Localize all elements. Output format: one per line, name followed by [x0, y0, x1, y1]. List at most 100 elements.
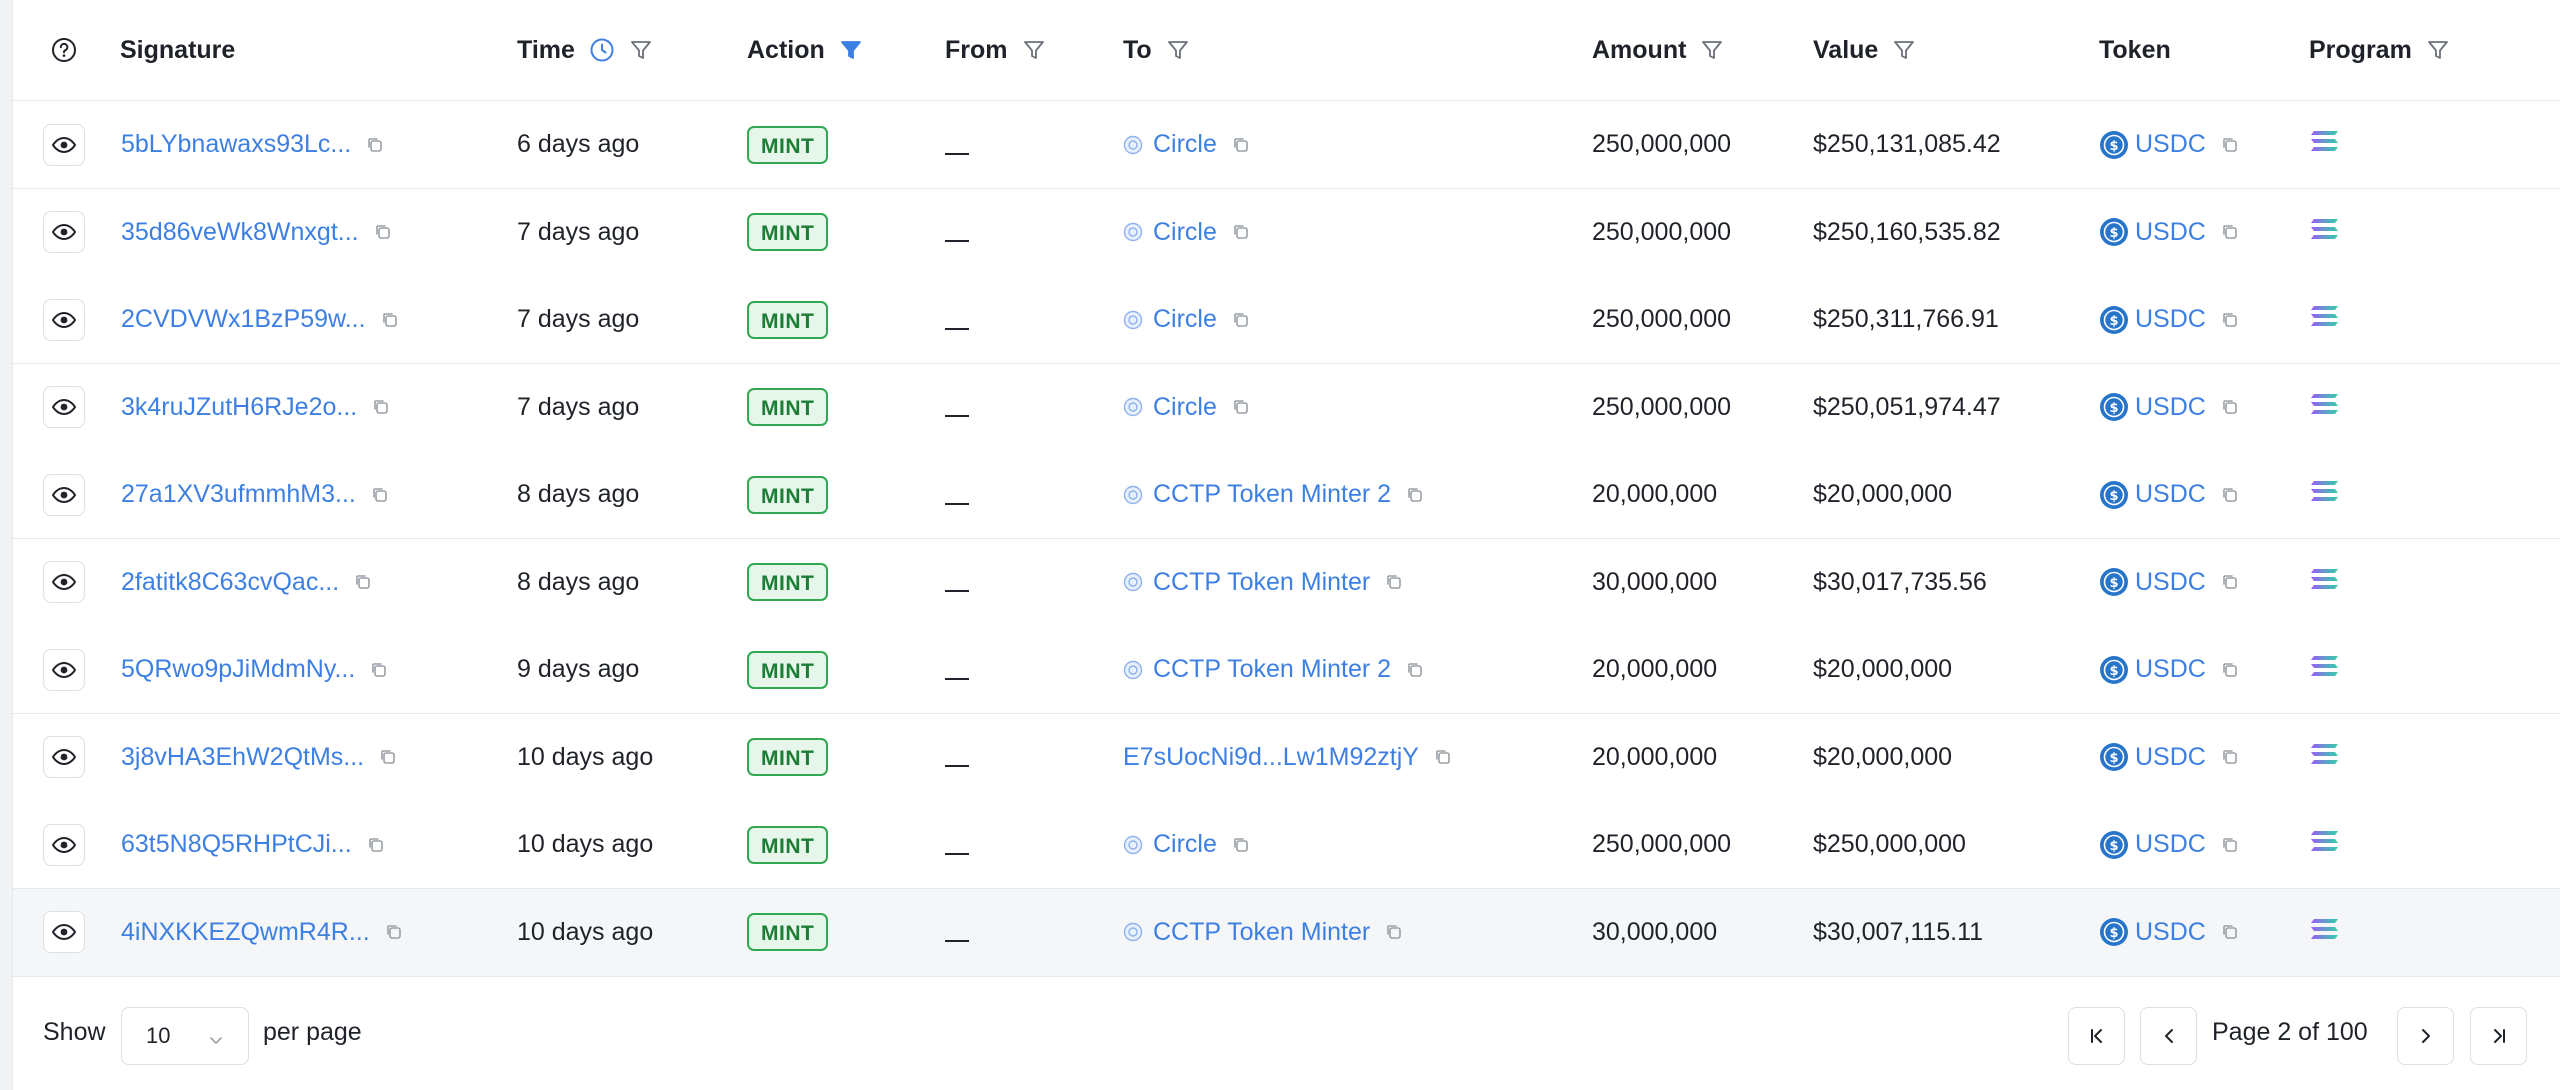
copy-icon[interactable] — [2220, 222, 2240, 242]
signature-link[interactable]: 63t5N8Q5RHPtCJi... — [121, 830, 352, 859]
solana-program-icon[interactable] — [2309, 478, 2341, 511]
copy-icon[interactable] — [1433, 747, 1453, 767]
token-link[interactable]: USDC — [2135, 218, 2206, 247]
copy-icon[interactable] — [2220, 397, 2240, 417]
token-link[interactable]: USDC — [2135, 830, 2206, 859]
to-link[interactable]: Circle — [1153, 218, 1217, 247]
copy-icon[interactable] — [1231, 835, 1251, 855]
copy-icon[interactable] — [2220, 310, 2240, 330]
copy-icon[interactable] — [2220, 135, 2240, 155]
copy-icon[interactable] — [2220, 660, 2240, 680]
filter-active-icon[interactable] — [839, 38, 863, 62]
filter-icon[interactable] — [1892, 38, 1916, 62]
to-link[interactable]: CCTP Token Minter 2 — [1153, 480, 1391, 509]
to-link[interactable]: Circle — [1153, 130, 1217, 159]
solana-program-icon[interactable] — [2309, 916, 2341, 949]
copy-icon[interactable] — [373, 222, 393, 242]
filter-icon[interactable] — [1022, 38, 1046, 62]
copy-icon[interactable] — [2220, 835, 2240, 855]
table-row[interactable]: 4iNXKKEZQwmR4R... 10 days ago MINT __ CC… — [13, 888, 2560, 977]
copy-icon[interactable] — [378, 747, 398, 767]
signature-link[interactable]: 27a1XV3ufmmhM3... — [121, 480, 356, 509]
token-link[interactable]: USDC — [2135, 305, 2206, 334]
table-row[interactable]: 2CVDVWx1BzP59w... 7 days ago MINT __ Cir… — [13, 276, 2560, 364]
eye-icon[interactable] — [43, 561, 85, 603]
solana-program-icon[interactable] — [2309, 216, 2341, 249]
copy-icon[interactable] — [380, 310, 400, 330]
to-link[interactable]: Circle — [1153, 393, 1217, 422]
eye-icon[interactable] — [43, 473, 85, 516]
copy-icon[interactable] — [1231, 222, 1251, 242]
to-link[interactable]: CCTP Token Minter — [1153, 918, 1370, 947]
table-row[interactable]: 5QRwo9pJiMdmNy... 9 days ago MINT __ CCT… — [13, 626, 2560, 714]
signature-link[interactable]: 5QRwo9pJiMdmNy... — [121, 655, 355, 684]
solana-program-icon[interactable] — [2309, 128, 2341, 161]
help-icon[interactable] — [51, 0, 77, 100]
copy-icon[interactable] — [1231, 397, 1251, 417]
copy-icon[interactable] — [2220, 922, 2240, 942]
eye-icon[interactable] — [43, 211, 85, 253]
copy-icon[interactable] — [365, 135, 385, 155]
clock-icon[interactable] — [589, 37, 615, 63]
first-page-button[interactable] — [2068, 1007, 2125, 1065]
token-link[interactable]: USDC — [2135, 918, 2206, 947]
copy-icon[interactable] — [1384, 572, 1404, 592]
copy-icon[interactable] — [353, 572, 373, 592]
copy-icon[interactable] — [1231, 135, 1251, 155]
next-page-button[interactable] — [2397, 1007, 2454, 1065]
token-link[interactable]: USDC — [2135, 393, 2206, 422]
eye-icon[interactable] — [43, 123, 85, 166]
previous-page-button[interactable] — [2140, 1007, 2197, 1065]
filter-icon[interactable] — [1700, 38, 1724, 62]
to-link[interactable]: CCTP Token Minter — [1153, 568, 1370, 597]
signature-link[interactable]: 3j8vHA3EhW2QtMs... — [121, 743, 364, 772]
solana-program-icon[interactable] — [2309, 741, 2341, 774]
copy-icon[interactable] — [366, 835, 386, 855]
token-link[interactable]: USDC — [2135, 130, 2206, 159]
copy-icon[interactable] — [1405, 485, 1425, 505]
table-row[interactable]: 35d86veWk8Wnxgt... 7 days ago MINT __ Ci… — [13, 188, 2560, 277]
copy-icon[interactable] — [1384, 922, 1404, 942]
filter-icon[interactable] — [1166, 38, 1190, 62]
copy-icon[interactable] — [1405, 660, 1425, 680]
signature-link[interactable]: 2fatitk8C63cvQac... — [121, 568, 339, 597]
eye-icon[interactable] — [43, 911, 85, 953]
eye-icon[interactable] — [43, 736, 85, 778]
solana-program-icon[interactable] — [2309, 653, 2341, 686]
token-link[interactable]: USDC — [2135, 568, 2206, 597]
eye-icon[interactable] — [43, 298, 85, 341]
signature-link[interactable]: 3k4ruJZutH6RJe2o... — [121, 393, 357, 422]
token-link[interactable]: USDC — [2135, 743, 2206, 772]
table-row[interactable]: 3k4ruJZutH6RJe2o... 7 days ago MINT __ C… — [13, 363, 2560, 452]
eye-icon[interactable] — [43, 823, 85, 866]
solana-program-icon[interactable] — [2309, 303, 2341, 336]
to-address-link[interactable]: E7sUocNi9d...Lw1M92ztjY — [1123, 743, 1419, 772]
token-link[interactable]: USDC — [2135, 480, 2206, 509]
copy-icon[interactable] — [2220, 747, 2240, 767]
table-row[interactable]: 5bLYbnawaxs93Lc... 6 days ago MINT __ Ci… — [13, 101, 2560, 189]
copy-icon[interactable] — [384, 922, 404, 942]
signature-link[interactable]: 4iNXKKEZQwmR4R... — [121, 918, 370, 947]
copy-icon[interactable] — [2220, 572, 2240, 592]
signature-link[interactable]: 35d86veWk8Wnxgt... — [121, 218, 359, 247]
eye-icon[interactable] — [43, 386, 85, 428]
solana-program-icon[interactable] — [2309, 391, 2341, 424]
signature-link[interactable]: 5bLYbnawaxs93Lc... — [121, 130, 351, 159]
signature-link[interactable]: 2CVDVWx1BzP59w... — [121, 305, 366, 334]
copy-icon[interactable] — [2220, 485, 2240, 505]
copy-icon[interactable] — [1231, 310, 1251, 330]
to-link[interactable]: Circle — [1153, 830, 1217, 859]
table-row[interactable]: 63t5N8Q5RHPtCJi... 10 days ago MINT __ C… — [13, 801, 2560, 889]
token-link[interactable]: USDC — [2135, 655, 2206, 684]
filter-icon[interactable] — [2426, 38, 2450, 62]
solana-program-icon[interactable] — [2309, 828, 2341, 861]
copy-icon[interactable] — [370, 485, 390, 505]
to-link[interactable]: CCTP Token Minter 2 — [1153, 655, 1391, 684]
table-row[interactable]: 2fatitk8C63cvQac... 8 days ago MINT __ C… — [13, 538, 2560, 627]
to-link[interactable]: Circle — [1153, 305, 1217, 334]
copy-icon[interactable] — [369, 660, 389, 680]
last-page-button[interactable] — [2470, 1007, 2527, 1065]
per-page-select[interactable]: 10 — [121, 1007, 249, 1065]
solana-program-icon[interactable] — [2309, 566, 2341, 599]
filter-icon[interactable] — [629, 38, 653, 62]
